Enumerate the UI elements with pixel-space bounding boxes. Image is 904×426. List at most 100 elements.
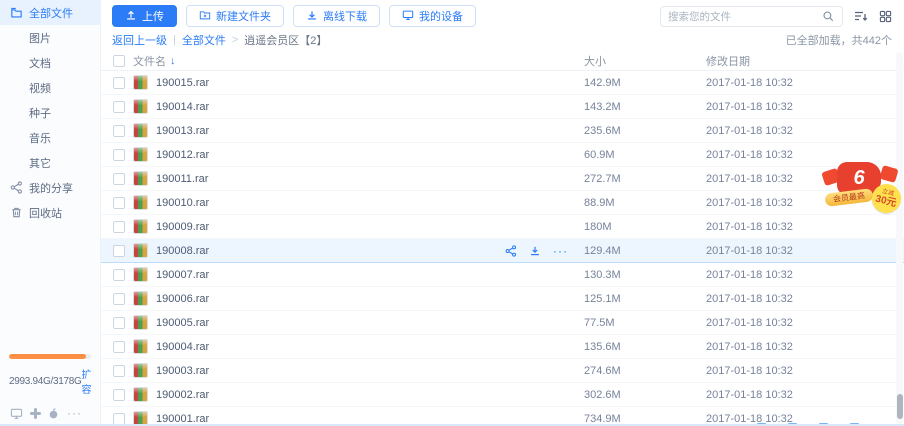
- expand-storage-link[interactable]: 扩容: [82, 366, 92, 396]
- desktop-client-icon[interactable]: [10, 407, 23, 420]
- breadcrumb-root-link[interactable]: 全部文件: [182, 32, 226, 48]
- sidebar-item-my-shares[interactable]: 我的分享: [0, 175, 100, 200]
- row-checkbox[interactable]: [113, 221, 125, 233]
- table-row[interactable]: 190010.rar ··· 88.9M 2017-01-18 10:: [101, 191, 904, 215]
- sidebar-item-all-files[interactable]: 全部文件: [0, 0, 100, 25]
- rar-file-icon: [133, 147, 148, 162]
- file-name[interactable]: 190013.rar: [156, 125, 209, 137]
- sidebar-item-images[interactable]: 图片: [0, 25, 100, 50]
- promo-ribbon-label: 会员最高: [824, 188, 873, 207]
- file-name[interactable]: 190003.rar: [156, 365, 209, 377]
- sidebar-item-music[interactable]: 音乐: [0, 125, 100, 150]
- storage-usage-text: 2993.94G/3178G: [9, 376, 82, 387]
- row-checkbox[interactable]: [113, 341, 125, 353]
- row-checkbox[interactable]: [113, 125, 125, 137]
- more-actions-icon[interactable]: ···: [553, 246, 568, 256]
- file-size: 180M: [584, 221, 706, 233]
- share-icon[interactable]: [505, 245, 517, 257]
- table-row[interactable]: 190005.rar ··· 77.5M 2017-01-18 10:: [101, 311, 904, 335]
- table-row[interactable]: 190004.rar ··· 135.6M 2017-01-18 10: [101, 335, 904, 359]
- search-area: [660, 6, 892, 27]
- row-checkbox[interactable]: [113, 77, 125, 89]
- file-name[interactable]: 190002.rar: [156, 389, 209, 401]
- scrollbar-thumb[interactable]: [897, 394, 903, 419]
- file-size: 274.6M: [584, 365, 706, 377]
- breadcrumb-back-link[interactable]: 返回上一级: [112, 32, 167, 48]
- search-input[interactable]: [668, 11, 822, 23]
- file-name[interactable]: 190011.rar: [156, 173, 208, 185]
- file-name[interactable]: 190007.rar: [156, 269, 209, 281]
- rar-file-icon: [133, 75, 148, 90]
- table-row[interactable]: 190013.rar ··· 235.6M 2017-01-18 10: [101, 119, 904, 143]
- search-icon[interactable]: [822, 10, 835, 23]
- file-name[interactable]: 190009.rar: [156, 221, 209, 233]
- android-client-icon[interactable]: [30, 408, 41, 419]
- table-row[interactable]: 190007.rar ··· 130.3M 2017-01-18 10: [101, 263, 904, 287]
- column-header-modified[interactable]: 修改日期: [706, 53, 904, 69]
- file-name[interactable]: 190005.rar: [156, 317, 209, 329]
- file-size: 60.9M: [584, 149, 706, 161]
- offline-download-button[interactable]: 离线下载: [293, 5, 380, 27]
- file-name[interactable]: 190006.rar: [156, 293, 209, 305]
- file-name[interactable]: 190012.rar: [156, 149, 209, 161]
- row-checkbox[interactable]: [113, 173, 125, 185]
- row-checkbox[interactable]: [113, 245, 125, 257]
- file-name[interactable]: 190015.rar: [156, 77, 209, 89]
- load-status-text: 已全部加载，共442个: [786, 32, 892, 48]
- sidebar-item-torrents[interactable]: 种子: [0, 100, 100, 125]
- row-checkbox[interactable]: [113, 365, 125, 377]
- row-checkbox[interactable]: [113, 197, 125, 209]
- file-name[interactable]: 190008.rar: [156, 245, 209, 257]
- table-row[interactable]: 190008.rar ··· 129.4M 2017-01-18 10: [101, 239, 904, 263]
- my-devices-button[interactable]: 我的设备: [389, 5, 476, 27]
- sort-list-icon[interactable]: [854, 10, 868, 23]
- column-header-name[interactable]: 文件名: [133, 53, 166, 69]
- sidebar-item-videos[interactable]: 视频: [0, 75, 100, 100]
- table-row[interactable]: 190002.rar ··· 302.6M 2017-01-18 10: [101, 383, 904, 407]
- rar-file-icon: [133, 219, 148, 234]
- new-folder-button[interactable]: 新建文件夹: [186, 5, 284, 27]
- file-name[interactable]: 190014.rar: [156, 101, 209, 113]
- rar-file-icon: [133, 315, 148, 330]
- row-checkbox[interactable]: [113, 149, 125, 161]
- column-header-size[interactable]: 大小: [584, 53, 706, 69]
- table-header: 文件名 ↓ 大小 修改日期: [101, 51, 904, 71]
- file-name[interactable]: 190004.rar: [156, 341, 209, 353]
- row-checkbox[interactable]: [113, 101, 125, 113]
- table-row[interactable]: 190003.rar ··· 274.6M 2017-01-18 10: [101, 359, 904, 383]
- row-checkbox[interactable]: [113, 413, 125, 425]
- download-icon[interactable]: [529, 245, 541, 257]
- grid-view-icon[interactable]: [879, 10, 892, 23]
- table-row[interactable]: 190012.rar ··· 60.9M 2017-01-18 10:: [101, 143, 904, 167]
- client-apps-row: ···: [0, 407, 92, 420]
- row-checkbox[interactable]: [113, 269, 125, 281]
- table-row[interactable]: 190009.rar ··· 180M 2017-01-18 10:3: [101, 215, 904, 239]
- member-promo-badge[interactable]: 6 会员最高 立减 30元: [821, 162, 903, 220]
- file-size: 302.6M: [584, 389, 706, 401]
- more-clients-icon[interactable]: ···: [67, 408, 82, 419]
- table-row[interactable]: 190011.rar ··· 272.7M 2017-01-18 10: [101, 167, 904, 191]
- upload-button[interactable]: 上传: [112, 5, 177, 27]
- table-row[interactable]: 190014.rar ··· 143.2M 2017-01-18 10: [101, 95, 904, 119]
- rar-file-icon: [133, 387, 148, 402]
- rar-file-icon: [133, 99, 148, 114]
- rar-file-icon: [133, 291, 148, 306]
- sidebar-item-recycle-bin[interactable]: 回收站: [0, 200, 100, 225]
- file-name[interactable]: 190010.rar: [156, 197, 209, 209]
- sidebar-item-others[interactable]: 其它: [0, 150, 100, 175]
- table-row[interactable]: 190015.rar ··· 142.9M 2017-01-18 10: [101, 71, 904, 95]
- row-checkbox[interactable]: [113, 317, 125, 329]
- vertical-scrollbar[interactable]: [896, 52, 903, 424]
- new-folder-icon: [199, 9, 211, 24]
- apple-client-icon[interactable]: [47, 407, 60, 420]
- row-checkbox[interactable]: [113, 293, 125, 305]
- row-checkbox[interactable]: [113, 389, 125, 401]
- select-all-checkbox[interactable]: [113, 55, 125, 67]
- file-size: 125.1M: [584, 293, 706, 305]
- sidebar-item-documents[interactable]: 文档: [0, 50, 100, 75]
- sidebar: 全部文件 图片 文档 视频 种子 音乐 其它 我的分享 回收站 2993.94G…: [0, 0, 101, 426]
- my-devices-icon: [402, 9, 414, 24]
- file-name[interactable]: 190001.rar: [156, 413, 209, 425]
- sort-desc-icon[interactable]: ↓: [170, 55, 176, 67]
- table-row[interactable]: 190006.rar ··· 125.1M 2017-01-18 10: [101, 287, 904, 311]
